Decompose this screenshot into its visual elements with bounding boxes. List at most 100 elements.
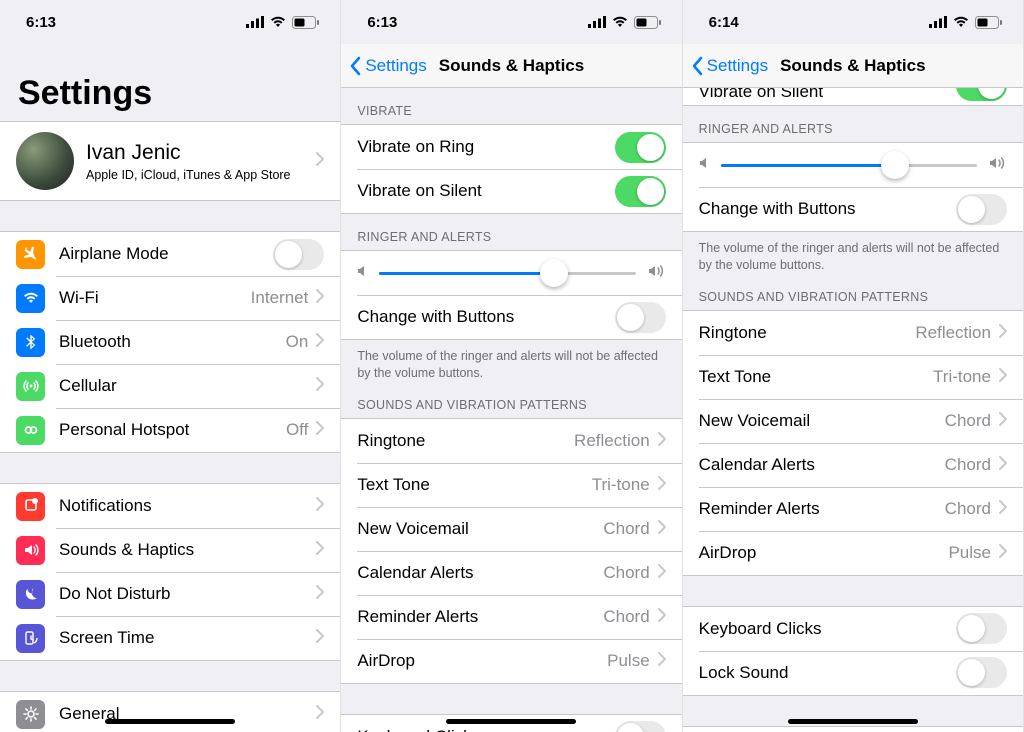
texttone-row[interactable]: Text Tone Tri-tone [341, 463, 681, 507]
lock-sound-row[interactable]: Lock Sound [683, 651, 1023, 695]
chevron-left-icon [691, 56, 703, 76]
voicemail-row[interactable]: New Voicemail Chord [341, 507, 681, 551]
lock-sound-toggle[interactable] [956, 657, 1007, 688]
airplane-icon [16, 240, 45, 269]
status-indicators [929, 16, 1003, 29]
chevron-right-icon [999, 411, 1007, 431]
vibrate-silent-label: Vibrate on Silent [357, 181, 614, 201]
settings-scroll[interactable]: Ivan Jenic Apple ID, iCloud, iTunes & Ap… [0, 121, 340, 732]
ringer-volume-slider[interactable] [721, 164, 977, 167]
ringer-slider-row[interactable] [683, 143, 1023, 187]
bluetooth-value: On [286, 332, 309, 352]
profile-row[interactable]: Ivan Jenic Apple ID, iCloud, iTunes & Ap… [0, 122, 340, 200]
ringer-footer: The volume of the ringer and alerts will… [683, 232, 1023, 282]
hotspot-icon [16, 416, 45, 445]
chevron-right-icon [316, 376, 324, 396]
voicemail-row[interactable]: New Voicemail Chord [683, 399, 1023, 443]
cellular-icon [588, 16, 606, 28]
keyboard-clicks-toggle[interactable] [615, 721, 666, 732]
chevron-right-icon [316, 704, 324, 724]
ringtone-row[interactable]: Ringtone Reflection [341, 419, 681, 463]
vibrate-ring-row[interactable]: Vibrate on Ring [341, 125, 681, 169]
vibrate-silent-row[interactable]: Vibrate on Silent [341, 169, 681, 213]
home-indicator[interactable] [446, 719, 576, 724]
vibrate-silent-toggle[interactable] [956, 88, 1007, 101]
airdrop-value: Pulse [948, 543, 991, 563]
dnd-label: Do Not Disturb [59, 584, 316, 604]
airplane-row[interactable]: Airplane Mode [0, 232, 340, 276]
back-button[interactable]: Settings [341, 56, 426, 76]
calendar-row[interactable]: Calendar Alerts Chord [341, 551, 681, 595]
battery-icon [975, 16, 1003, 29]
sounds-row[interactable]: Sounds & Haptics [0, 528, 340, 572]
screentime-row[interactable]: Screen Time [0, 616, 340, 660]
sounds-icon [16, 536, 45, 565]
reminder-label: Reminder Alerts [699, 499, 945, 519]
vibrate-ring-toggle[interactable] [615, 132, 666, 163]
reminder-row[interactable]: Reminder Alerts Chord [683, 487, 1023, 531]
general-row[interactable]: General [0, 692, 340, 732]
chevron-right-icon [658, 519, 666, 539]
change-buttons-label: Change with Buttons [699, 199, 956, 219]
airdrop-row[interactable]: AirDrop Pulse [683, 531, 1023, 575]
system-haptics-row[interactable]: System Haptics [683, 727, 1023, 732]
change-buttons-toggle[interactable] [956, 194, 1007, 225]
airdrop-row[interactable]: AirDrop Pulse [341, 639, 681, 683]
hotspot-value: Off [286, 420, 308, 440]
wifi-settings-icon [16, 284, 45, 313]
reminder-label: Reminder Alerts [357, 607, 603, 627]
wifi-row[interactable]: Wi-Fi Internet [0, 276, 340, 320]
screen-sounds-top: 6:13 Settings Sounds & Haptics VIBRATE V… [341, 0, 682, 732]
ringer-volume-slider[interactable] [379, 272, 635, 275]
chevron-left-icon [349, 56, 361, 76]
notifications-row[interactable]: Notifications [0, 484, 340, 528]
keyboard-clicks-row[interactable]: Keyboard Clicks [683, 607, 1023, 651]
home-indicator[interactable] [105, 719, 235, 724]
reminder-row[interactable]: Reminder Alerts Chord [341, 595, 681, 639]
calendar-value: Chord [603, 563, 649, 583]
airdrop-label: AirDrop [357, 651, 607, 671]
texttone-value: Tri-tone [592, 475, 650, 495]
hotspot-row[interactable]: Personal Hotspot Off [0, 408, 340, 452]
dnd-icon [16, 580, 45, 609]
nav-bar: Settings Sounds & Haptics [341, 44, 681, 88]
status-bar: 6:13 [0, 0, 340, 44]
calendar-label: Calendar Alerts [699, 455, 945, 475]
status-time: 6:13 [367, 14, 397, 31]
change-buttons-toggle[interactable] [615, 302, 666, 333]
calendar-row[interactable]: Calendar Alerts Chord [683, 443, 1023, 487]
vibrate-silent-toggle[interactable] [615, 176, 666, 207]
keyboard-clicks-toggle[interactable] [956, 613, 1007, 644]
texttone-value: Tri-tone [933, 367, 991, 387]
back-button[interactable]: Settings [683, 56, 768, 76]
section-vibrate: VIBRATE [341, 88, 681, 124]
sounds-scroll[interactable]: Vibrate on Silent RINGER AND ALERTS Chan… [683, 88, 1023, 732]
change-buttons-row[interactable]: Change with Buttons [683, 187, 1023, 231]
reminder-value: Chord [603, 607, 649, 627]
change-buttons-row[interactable]: Change with Buttons [341, 295, 681, 339]
sounds-scroll[interactable]: VIBRATE Vibrate on Ring Vibrate on Silen… [341, 88, 681, 732]
ringtone-row[interactable]: Ringtone Reflection [683, 311, 1023, 355]
voicemail-value: Chord [603, 519, 649, 539]
chevron-right-icon [316, 332, 324, 352]
lock-sound-label: Lock Sound [699, 663, 956, 683]
wifi-icon [612, 16, 628, 28]
bluetooth-row[interactable]: Bluetooth On [0, 320, 340, 364]
texttone-row[interactable]: Text Tone Tri-tone [683, 355, 1023, 399]
chevron-right-icon [658, 431, 666, 451]
airdrop-value: Pulse [607, 651, 650, 671]
voicemail-label: New Voicemail [699, 411, 945, 431]
home-indicator[interactable] [788, 719, 918, 724]
section-sounds: SOUNDS AND VIBRATION PATTERNS [341, 390, 681, 418]
vibrate-silent-peek[interactable]: Vibrate on Silent [683, 88, 1023, 106]
chevron-right-icon [316, 151, 324, 171]
chevron-right-icon [658, 651, 666, 671]
airplane-toggle[interactable] [273, 239, 324, 270]
ringer-slider-row[interactable] [341, 251, 681, 295]
cellular-row[interactable]: Cellular [0, 364, 340, 408]
ringtone-value: Reflection [574, 431, 650, 451]
texttone-label: Text Tone [357, 475, 591, 495]
ringer-footer: The volume of the ringer and alerts will… [341, 340, 681, 390]
dnd-row[interactable]: Do Not Disturb [0, 572, 340, 616]
status-time: 6:14 [709, 14, 739, 31]
